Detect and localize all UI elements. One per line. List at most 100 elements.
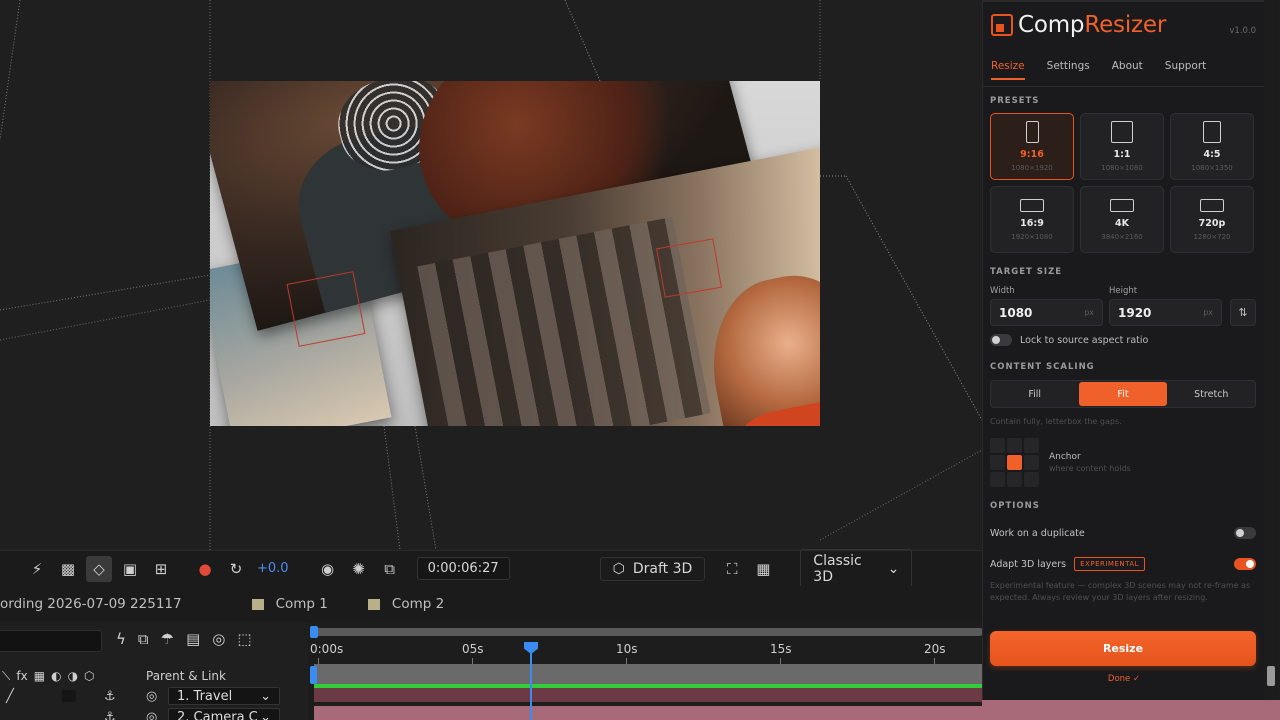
composition-viewport[interactable] xyxy=(0,0,982,550)
comp-frame[interactable] xyxy=(210,81,820,426)
anchor-cell[interactable] xyxy=(1007,438,1022,453)
plugin-nav: Resize Settings About Support xyxy=(991,60,1207,80)
preset-1-1[interactable]: 1:1 1080×1080 xyxy=(1080,113,1164,180)
anchor-cell[interactable] xyxy=(990,455,1005,470)
duplicate-toggle[interactable] xyxy=(1234,527,1256,539)
height-input[interactable]: 1920 px xyxy=(1109,299,1222,326)
anchor-cell[interactable] xyxy=(990,438,1005,453)
selection-box[interactable] xyxy=(656,238,722,298)
work-area-bar[interactable] xyxy=(314,628,982,636)
renderer-select[interactable]: Classic 3D ⌄ xyxy=(800,548,913,589)
scaling-fill[interactable]: Fill xyxy=(991,381,1078,407)
anchor-cell[interactable] xyxy=(1024,455,1039,470)
timeline-tracks[interactable]: 0:00s 05s 10s 15s 20s xyxy=(310,622,982,720)
camera-snapshot-icon[interactable]: ◉ xyxy=(315,556,341,582)
layer-bar-camera-lower[interactable] xyxy=(314,706,982,720)
motion-blur-col-icon[interactable]: ◐ xyxy=(51,669,61,684)
selection-box[interactable] xyxy=(286,271,366,347)
show-snapshot-icon[interactable]: ✺ xyxy=(346,556,372,582)
scaling-fit[interactable]: Fit xyxy=(1079,382,1167,406)
preset-16-9[interactable]: 16:9 1920×1080 xyxy=(990,186,1074,253)
tab-comp1[interactable]: Comp 1 xyxy=(251,596,328,612)
preset-4k[interactable]: 4K 3840×2160 xyxy=(1080,186,1164,253)
ground-plane-icon[interactable]: ⛶ xyxy=(719,556,745,582)
anchor-cell[interactable] xyxy=(1007,472,1022,487)
region-of-interest-icon[interactable]: ▣ xyxy=(117,556,143,582)
tab-resize[interactable]: Resize xyxy=(991,60,1025,80)
layer-column-headers: ⟍ fx ▦ ◐ ◑ ⬡ Parent & Link xyxy=(0,666,308,686)
duplicate-label: Work on a duplicate xyxy=(990,527,1085,539)
draft-3d-toggle[interactable]: ⬡ Draft 3D xyxy=(599,556,706,581)
layer-name-field[interactable]: 1. Travel ⌄ xyxy=(168,687,280,705)
comp-color-chip xyxy=(367,598,380,610)
lock-aspect-toggle[interactable] xyxy=(990,334,1012,346)
adjustment-icon[interactable]: ▦ xyxy=(34,669,45,684)
3d-view-icon[interactable]: ⊞ xyxy=(148,556,174,582)
swap-dimensions-button[interactable]: ⇅ xyxy=(1230,299,1256,326)
landscape-shape-icon xyxy=(1110,198,1134,212)
preset-4-5[interactable]: 4:5 1080×1350 xyxy=(1170,113,1254,180)
motion-blur-icon[interactable]: ◎ xyxy=(212,630,225,648)
tab-support[interactable]: Support xyxy=(1165,60,1207,72)
timeline-switches: ϟ ⧉ ☂ ▤ ◎ ⬚ xyxy=(116,630,252,648)
adapt-3d-toggle[interactable] xyxy=(1234,558,1256,570)
layer-bar-camera[interactable] xyxy=(314,688,982,702)
hierarchy-icon[interactable]: ⧉ xyxy=(138,630,149,648)
frame-blend-icon[interactable]: ▤ xyxy=(186,630,200,648)
fx-icon[interactable]: fx xyxy=(16,669,27,684)
transparency-grid-icon[interactable]: ▩ xyxy=(55,556,81,582)
layer-list: ϟ ⧉ ☂ ▤ ◎ ⬚ ⟍ fx ▦ ◐ ◑ ⬡ Parent & Link ╱… xyxy=(0,622,308,720)
layer-row[interactable]: ⚓ ◎ 2. Camera C ⌄ xyxy=(0,706,308,720)
exposure-value[interactable]: +0.0 xyxy=(257,561,289,576)
3d-layer-icon[interactable]: ⬡ xyxy=(84,669,94,684)
draft-icon[interactable]: ϟ xyxy=(116,630,126,648)
work-area-start-handle[interactable] xyxy=(310,626,318,638)
draft-3d-label: Draft 3D xyxy=(632,560,693,577)
parent-link-header: Parent & Link xyxy=(146,669,226,683)
reset-exposure-icon[interactable]: ↻ xyxy=(223,556,249,582)
layer-bar-travel[interactable] xyxy=(314,664,982,684)
layer-search-input[interactable] xyxy=(0,630,102,652)
width-input[interactable]: 1080 px xyxy=(990,299,1103,326)
width-value: 1080 xyxy=(999,305,1033,320)
shy-icon[interactable]: ☂ xyxy=(161,630,174,648)
snap-icon[interactable]: ⚡ xyxy=(24,556,50,582)
region-icon[interactable]: ⧉ xyxy=(377,556,403,582)
switch-box[interactable] xyxy=(62,690,76,702)
panel-scrollbar[interactable] xyxy=(1264,0,1278,720)
graph-editor-icon[interactable]: ⬚ xyxy=(237,630,251,648)
tab-settings[interactable]: Settings xyxy=(1047,60,1090,72)
anchor-cell[interactable] xyxy=(1024,472,1039,487)
scrollbar-thumb[interactable] xyxy=(1267,666,1275,686)
tab-comp2[interactable]: Comp 2 xyxy=(367,596,444,612)
chevron-down-icon: ⌄ xyxy=(260,709,271,720)
preset-720p[interactable]: 720p 1280×720 xyxy=(1170,186,1254,253)
playhead-line[interactable] xyxy=(530,642,532,720)
anchor-cell[interactable] xyxy=(990,472,1005,487)
renderer-label: Classic 3D xyxy=(813,552,862,585)
extended-viewer-icon[interactable]: ▦ xyxy=(750,556,776,582)
resize-button[interactable]: Resize xyxy=(990,631,1256,666)
layer-name-field[interactable]: 2. Camera C ⌄ xyxy=(168,708,280,720)
time-ruler[interactable]: 0:00s 05s 10s 15s 20s xyxy=(310,638,982,664)
pickwhip-icon[interactable]: ◎ xyxy=(146,689,157,704)
layer-in-point-handle[interactable] xyxy=(310,666,317,684)
scaling-segmented-control: Fill Fit Stretch xyxy=(990,380,1256,408)
color-channels-icon[interactable]: ● xyxy=(192,556,218,582)
chevron-down-icon: ⌄ xyxy=(260,688,271,704)
adjust-layer-icon[interactable]: ◑ xyxy=(68,669,78,684)
tab-recording[interactable]: ording 2026-07-09 225117 xyxy=(0,596,182,612)
height-value: 1920 xyxy=(1118,305,1152,320)
compresizer-panel: CompResizer v1.0.0 Resize Settings About… xyxy=(982,0,1278,720)
collapse-icon[interactable]: ⟍ xyxy=(2,669,10,684)
pickwhip-icon[interactable]: ◎ xyxy=(146,710,157,720)
preset-9-16[interactable]: 9:16 1080×1920 xyxy=(990,113,1074,180)
layer-row[interactable]: ╱ ⚓ ◎ 1. Travel ⌄ xyxy=(0,685,308,707)
scaling-stretch[interactable]: Stretch xyxy=(1168,381,1255,407)
current-time[interactable]: 0:00:06:27 xyxy=(416,557,510,580)
anchor-cell[interactable] xyxy=(1024,438,1039,453)
mask-path-icon[interactable]: ◇ xyxy=(86,555,112,582)
tab-about[interactable]: About xyxy=(1112,60,1143,72)
target-size-heading: TARGET SIZE xyxy=(990,267,1063,277)
anchor-cell-center[interactable] xyxy=(1007,455,1022,470)
